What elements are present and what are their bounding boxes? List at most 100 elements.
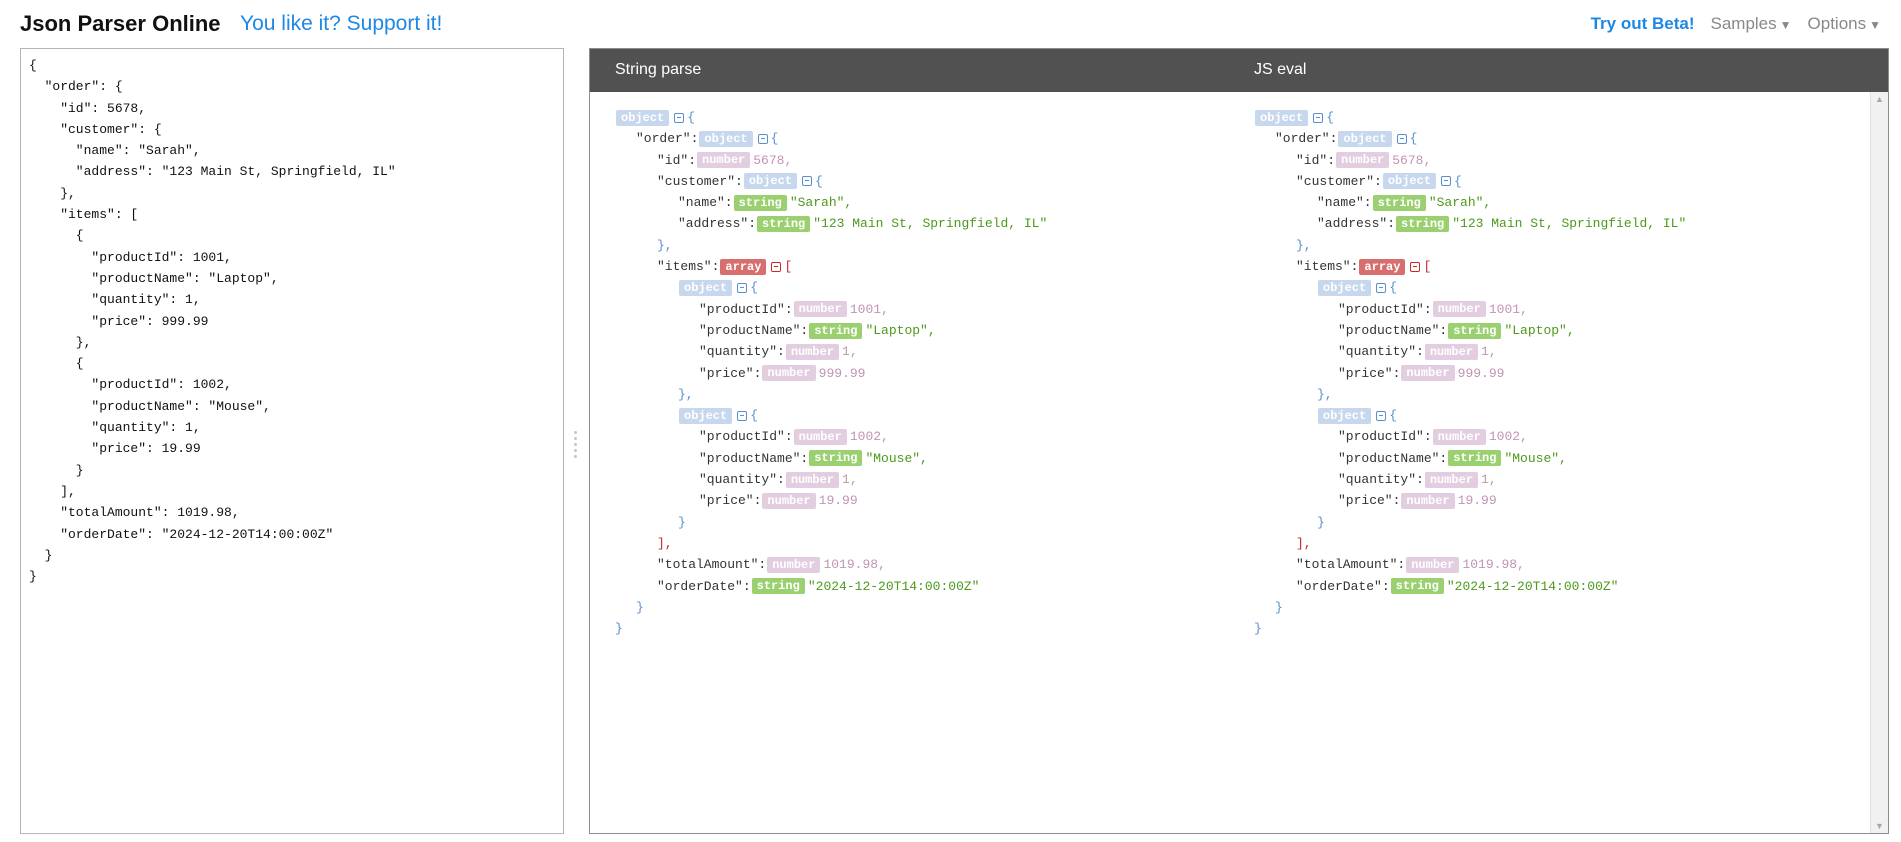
type-badge-number: number <box>1424 471 1479 488</box>
support-link[interactable]: You like it? Support it! <box>240 12 442 36</box>
tree-line: object { <box>615 277 1047 298</box>
tree-line: "totalAmount": number 1019.98, <box>1254 554 1686 575</box>
samples-label: Samples <box>1710 14 1777 33</box>
collapse-toggle-icon[interactable] <box>737 282 748 293</box>
tree-key: "order": <box>1275 131 1338 147</box>
tree-value: 1002, <box>849 429 889 445</box>
tree-key: "productId": <box>699 429 793 445</box>
tree-line: "productName": string "Laptop", <box>615 320 1047 341</box>
tree-key: "id": <box>657 152 697 168</box>
tree-line: "orderDate": string "2024-12-20T14:00:00Z" <box>615 576 1047 597</box>
tree-line: } <box>615 618 1047 639</box>
tree-value: "123 Main St, Springfield, IL" <box>813 216 1048 232</box>
collapse-toggle-icon[interactable] <box>1396 133 1407 144</box>
collapse-toggle-icon[interactable] <box>737 410 748 421</box>
tree-value: 1019.98, <box>823 557 886 573</box>
tree-key: "price": <box>1338 493 1401 509</box>
collapse-toggle-icon[interactable] <box>1441 176 1452 187</box>
scroll-up-icon[interactable]: ▲ <box>1871 94 1888 104</box>
tree-key: "orderDate": <box>1296 578 1390 594</box>
try-beta-link[interactable]: Try out Beta! <box>1591 14 1695 34</box>
tree-value: "Sarah", <box>789 195 853 211</box>
tree-key: "id": <box>1296 152 1336 168</box>
tree-line: "orderDate": string "2024-12-20T14:00:00Z" <box>1254 576 1686 597</box>
json-input-editor[interactable]: { "order": { "id": 5678, "customer": { "… <box>20 48 564 834</box>
tree-key: "productName": <box>1338 450 1448 466</box>
type-badge-string: string <box>751 578 805 595</box>
type-badge-object: object <box>679 279 733 296</box>
caret-down-icon: ▼ <box>1869 18 1881 32</box>
tree-key: "address": <box>1317 216 1396 232</box>
parse-result-viewer: String parse JS eval object{"order": obje… <box>589 48 1889 834</box>
collapse-toggle-icon[interactable] <box>1410 261 1421 272</box>
tree-line: "productId": number 1001, <box>1254 299 1686 320</box>
json-input-text[interactable]: { "order": { "id": 5678, "customer": { "… <box>21 49 563 587</box>
tree-line: "order": object { <box>1254 128 1686 149</box>
collapse-toggle-icon[interactable] <box>802 176 813 187</box>
tree-key: "totalAmount": <box>1296 557 1406 573</box>
tree-line: "quantity": number 1, <box>615 341 1047 362</box>
tree-line: "productId": number 1002, <box>1254 426 1686 447</box>
tree-key: "customer": <box>657 173 743 189</box>
type-badge-number: number <box>767 556 821 573</box>
closing-bracket: ], <box>657 535 673 551</box>
opening-bracket: { <box>1326 110 1335 125</box>
caret-down-icon: ▼ <box>1779 18 1792 32</box>
tree-key: "price": <box>1338 365 1401 381</box>
tree-key: "quantity": <box>1338 472 1424 488</box>
tree-value: 1, <box>1481 344 1497 360</box>
collapse-toggle-icon[interactable] <box>1376 410 1387 421</box>
closing-bracket: } <box>636 599 644 615</box>
string-parse-title: String parse <box>615 61 702 78</box>
tree-line: }, <box>1254 235 1686 256</box>
tree-key: "quantity": <box>699 472 785 488</box>
tree-key: "price": <box>699 365 762 381</box>
type-badge-string: string <box>1372 194 1426 211</box>
type-badge-number: number <box>1401 492 1455 509</box>
tree-key: "address": <box>678 216 757 232</box>
type-badge-object: object <box>1255 109 1309 126</box>
tree-line: "price": number 999.99 <box>1254 363 1686 384</box>
collapse-toggle-icon[interactable] <box>674 112 685 123</box>
tree-value: "Laptop", <box>1504 322 1575 338</box>
tree-line: "name": string "Sarah", <box>1254 192 1686 213</box>
tree-line: object { <box>615 107 1047 128</box>
tree-key: "name": <box>678 195 733 211</box>
tree-line: } <box>615 597 1047 618</box>
tree-value: "2024-12-20T14:00:00Z" <box>807 578 980 594</box>
type-badge-number: number <box>1401 365 1455 382</box>
tree-value: "Laptop", <box>865 322 936 338</box>
tree-line: }, <box>1254 384 1686 405</box>
collapse-toggle-icon[interactable] <box>1376 282 1387 293</box>
top-right-menu: Try out Beta! Samples ▼ Options ▼ <box>1591 14 1881 34</box>
tree-line: "quantity": number 1, <box>1254 341 1686 362</box>
type-badge-object: object <box>679 407 733 424</box>
scroll-down-icon[interactable]: ▼ <box>1871 821 1888 831</box>
tree-key: "items": <box>1296 259 1359 275</box>
collapse-toggle-icon[interactable] <box>771 261 782 272</box>
tree-line: "quantity": number 1, <box>1254 469 1686 490</box>
opening-bracket: { <box>1454 173 1462 189</box>
viewer-scrollbar[interactable]: ▲ ▼ <box>1870 92 1888 833</box>
tree-key: "productName": <box>1338 322 1448 338</box>
closing-bracket: } <box>1317 514 1325 530</box>
tree-line: "productName": string "Mouse", <box>1254 448 1686 469</box>
samples-menu[interactable]: Samples ▼ <box>1710 14 1791 34</box>
options-menu[interactable]: Options ▼ <box>1808 14 1881 34</box>
type-badge-number: number <box>1336 152 1390 169</box>
panel-splitter-handle[interactable] <box>572 428 578 462</box>
type-badge-number: number <box>785 471 840 488</box>
tree-line: "price": number 19.99 <box>615 490 1047 511</box>
tree-value: 19.99 <box>818 493 858 509</box>
type-badge-array: array <box>720 258 767 275</box>
tree-value: "2024-12-20T14:00:00Z" <box>1446 578 1619 594</box>
type-badge-object: object <box>743 173 798 190</box>
collapse-toggle-icon[interactable] <box>1313 112 1324 123</box>
tree-value: 5678, <box>1392 152 1432 168</box>
tree-value: 1001, <box>849 301 889 317</box>
collapse-toggle-icon[interactable] <box>757 133 768 144</box>
opening-bracket: { <box>687 110 696 125</box>
type-badge-number: number <box>1432 301 1486 318</box>
tree-key: "productName": <box>699 322 809 338</box>
type-badge-object: object <box>699 130 753 147</box>
